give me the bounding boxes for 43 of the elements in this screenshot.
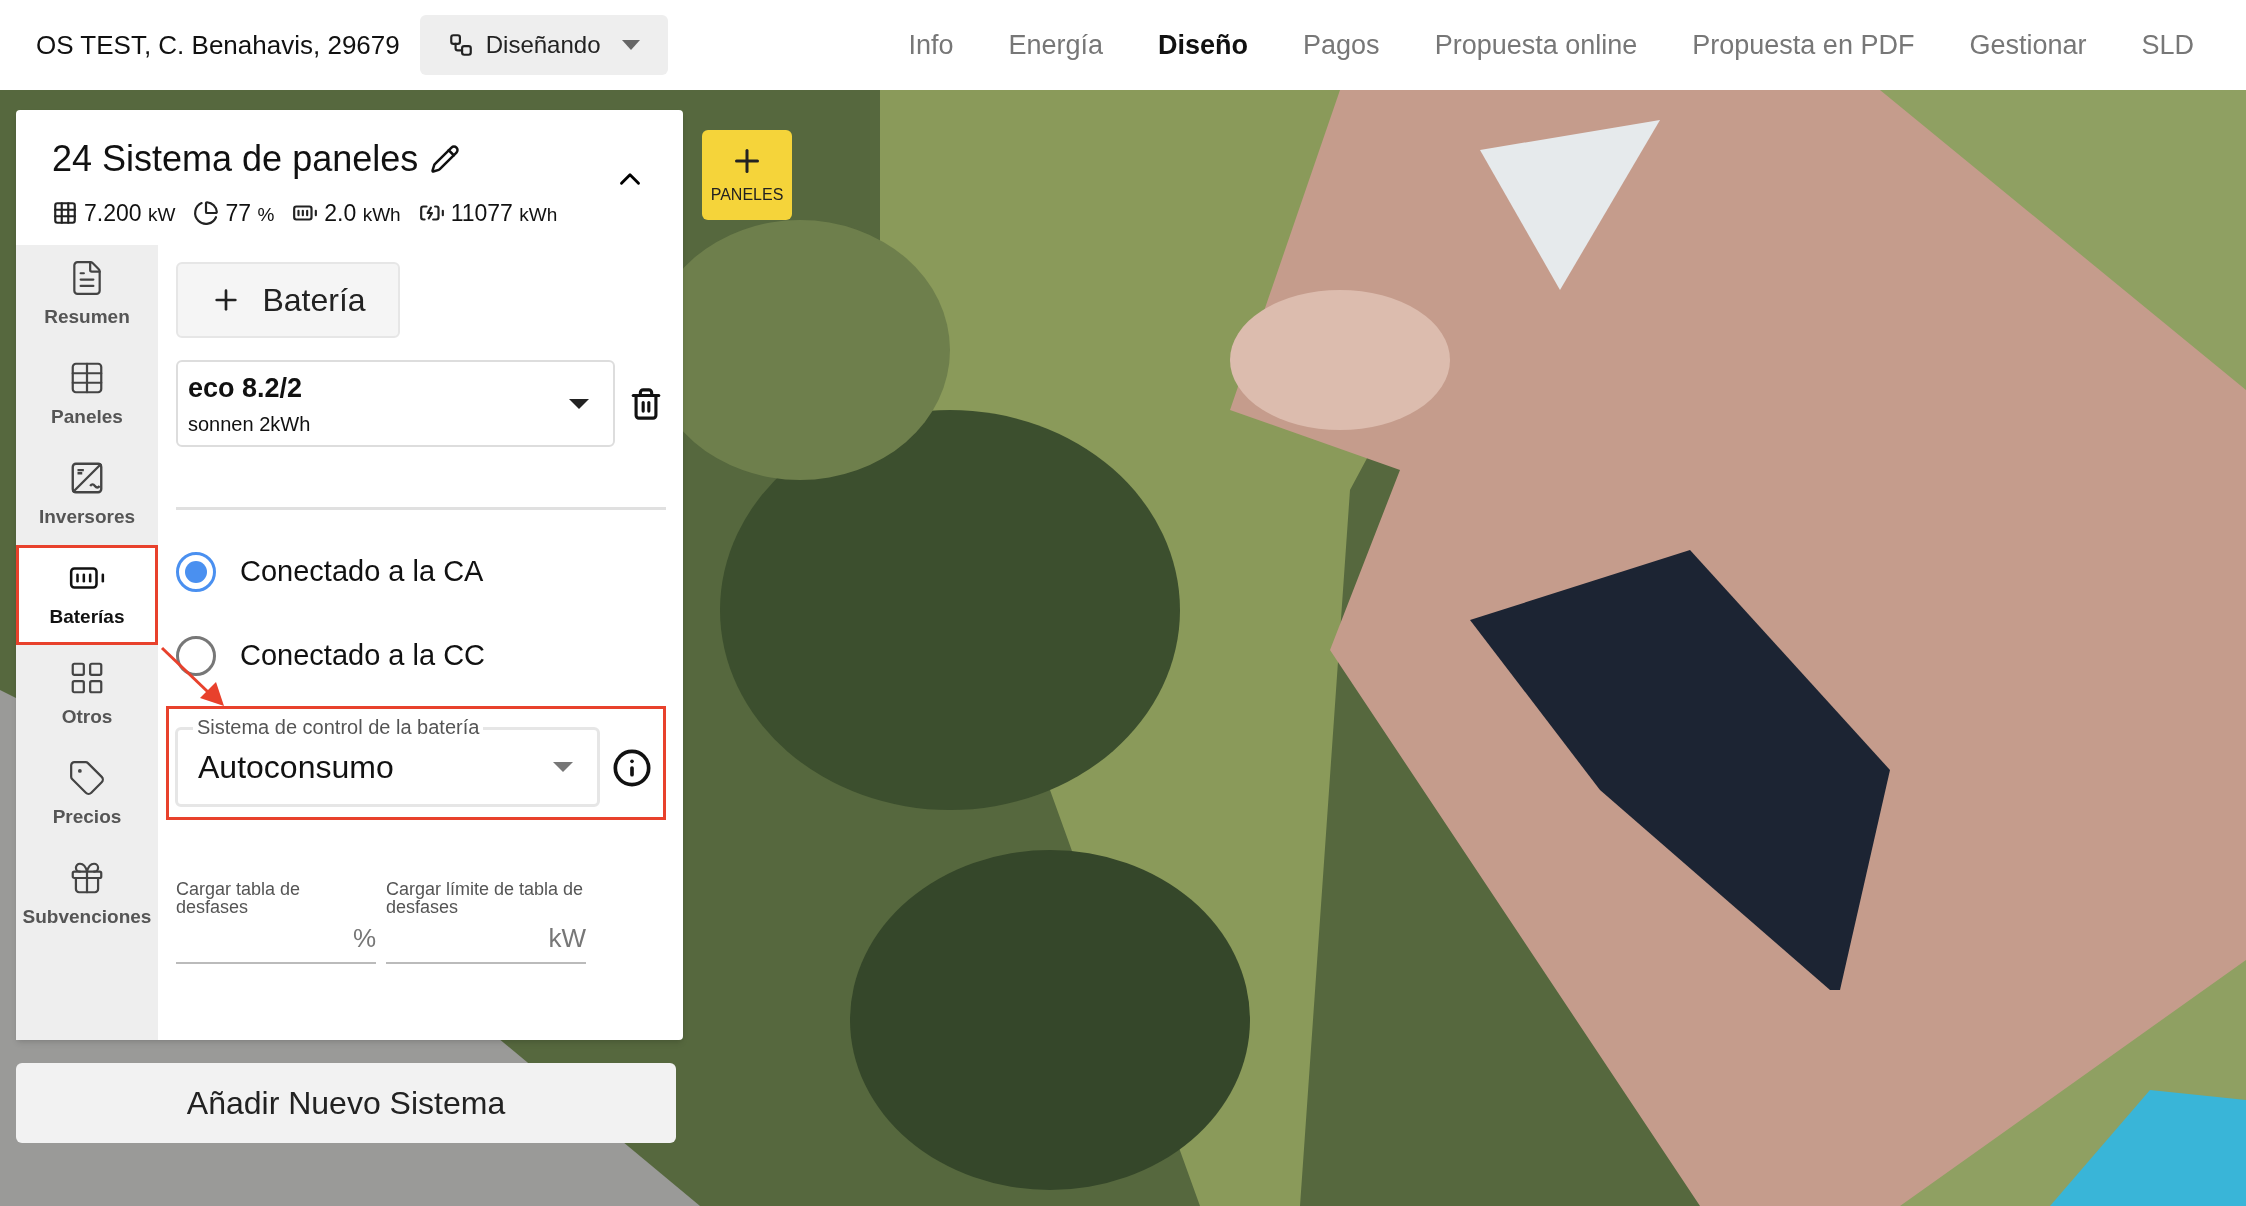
stat-value: 7.200 kW: [84, 199, 176, 228]
stat-value: 11077 kWh: [450, 199, 558, 228]
pie-chart-icon: [193, 200, 220, 227]
nav-tab[interactable]: Pagos: [1303, 24, 1380, 66]
caret-icon: [569, 398, 589, 409]
price-tag-icon: [68, 758, 106, 797]
diagram-icon: [447, 32, 474, 58]
add-battery-button[interactable]: Batería: [176, 262, 400, 338]
sidebar-item[interactable]: Inversores: [16, 445, 158, 545]
sidebar-item[interactable]: Otros: [16, 645, 158, 745]
edit-icon[interactable]: [430, 144, 461, 174]
project-address: OS TEST, C. Benahavis, 29679: [36, 28, 400, 62]
system-title: 24 Sistema de paneles: [52, 137, 419, 181]
stat-value: 77 %: [225, 199, 275, 228]
nav-tab[interactable]: Diseño: [1158, 24, 1249, 66]
sidebar-item[interactable]: Paneles: [16, 345, 158, 445]
nav-tab[interactable]: Gestionar: [1969, 24, 2087, 66]
radio-option[interactable]: Conectado a la CC: [176, 614, 673, 698]
nav-tab[interactable]: Propuesta online: [1434, 24, 1638, 66]
sidebar-item[interactable]: Subvenciones: [16, 845, 158, 945]
sidebar-item[interactable]: Precios: [16, 745, 158, 845]
stat-value: 2.0 kWh: [324, 199, 401, 228]
field-label: Cargar tabla de desfases: [176, 880, 302, 916]
input-field[interactable]: %: [176, 916, 376, 964]
nav-tab[interactable]: SLD: [2141, 24, 2194, 66]
nav-tab[interactable]: Energía: [1008, 24, 1104, 66]
radio-button[interactable]: [176, 552, 216, 592]
add-panels-button[interactable]: PANELES: [702, 130, 792, 220]
input-field[interactable]: kW: [386, 916, 586, 964]
radio-button[interactable]: [176, 636, 216, 676]
battery-select[interactable]: eco 8.2/2 sonnen 2kWh: [176, 360, 615, 447]
status-dropdown[interactable]: Diseñando: [419, 15, 669, 75]
grid-icon: [52, 200, 78, 227]
nav-tab[interactable]: Info: [908, 24, 954, 66]
caret-icon: [622, 40, 641, 50]
sidebar-item[interactable]: Baterías: [16, 545, 158, 645]
radio-option[interactable]: Conectado a la CA: [176, 530, 673, 614]
add-system-button[interactable]: Añadir Nuevo Sistema: [16, 1063, 676, 1143]
nav-tab[interactable]: Propuesta en PDF: [1692, 24, 1915, 66]
caret-icon: [553, 762, 573, 772]
info-icon[interactable]: [612, 748, 652, 788]
sidebar-item[interactable]: Resumen: [16, 245, 158, 345]
field-label: Cargar límite de tabla de desfases: [386, 880, 585, 916]
